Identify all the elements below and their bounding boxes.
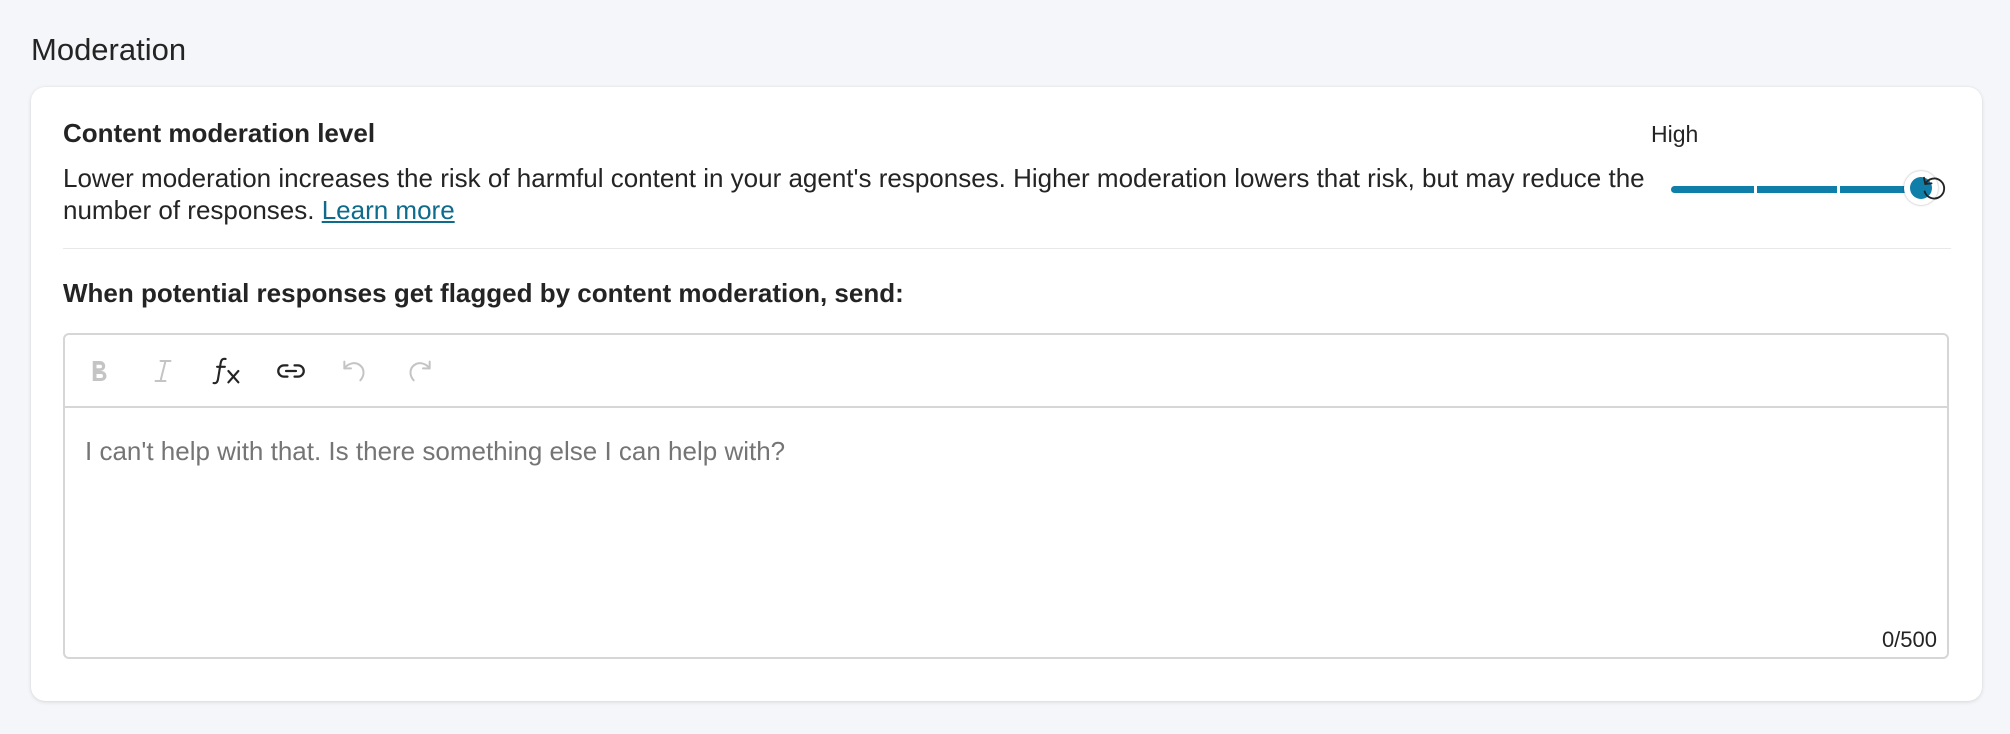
editor-toolbar xyxy=(65,335,1947,408)
redo-icon xyxy=(409,360,431,381)
moderation-level-title: Content moderation level xyxy=(63,118,376,148)
slider-step-mark xyxy=(1837,183,1840,196)
italic-icon xyxy=(154,359,172,382)
divider xyxy=(63,248,1951,249)
character-count: 0/500 xyxy=(1881,627,1937,652)
moderation-description-text: Lower moderation increases the risk of h… xyxy=(63,163,1645,225)
link-icon xyxy=(277,363,305,378)
link-button[interactable] xyxy=(269,349,313,393)
learn-more-link[interactable]: Learn more xyxy=(322,195,455,225)
reset-icon xyxy=(1923,176,1946,200)
fx-icon xyxy=(212,357,240,384)
moderation-card: Content moderation level Lower moderatio… xyxy=(31,87,1982,701)
slider-track[interactable] xyxy=(1671,186,1921,193)
reset-button[interactable] xyxy=(1912,167,1956,211)
redo-button[interactable] xyxy=(397,349,441,393)
bold-button[interactable] xyxy=(77,349,121,393)
slider-step-mark xyxy=(1754,183,1757,196)
undo-icon xyxy=(343,360,365,381)
bold-icon xyxy=(92,360,107,381)
flagged-response-input[interactable] xyxy=(85,435,1925,467)
italic-button[interactable] xyxy=(141,349,185,393)
moderation-level-slider[interactable] xyxy=(1671,171,1938,207)
page-title: Moderation xyxy=(31,32,187,67)
flagged-response-editor: 0/500 xyxy=(63,333,1949,659)
undo-button[interactable] xyxy=(333,349,377,393)
moderation-level-description: Lower moderation increases the risk of h… xyxy=(63,162,1663,226)
flagged-response-title: When potential responses get flagged by … xyxy=(63,278,904,308)
formula-button[interactable] xyxy=(205,349,249,393)
slider-value-label: High xyxy=(1651,121,1699,147)
